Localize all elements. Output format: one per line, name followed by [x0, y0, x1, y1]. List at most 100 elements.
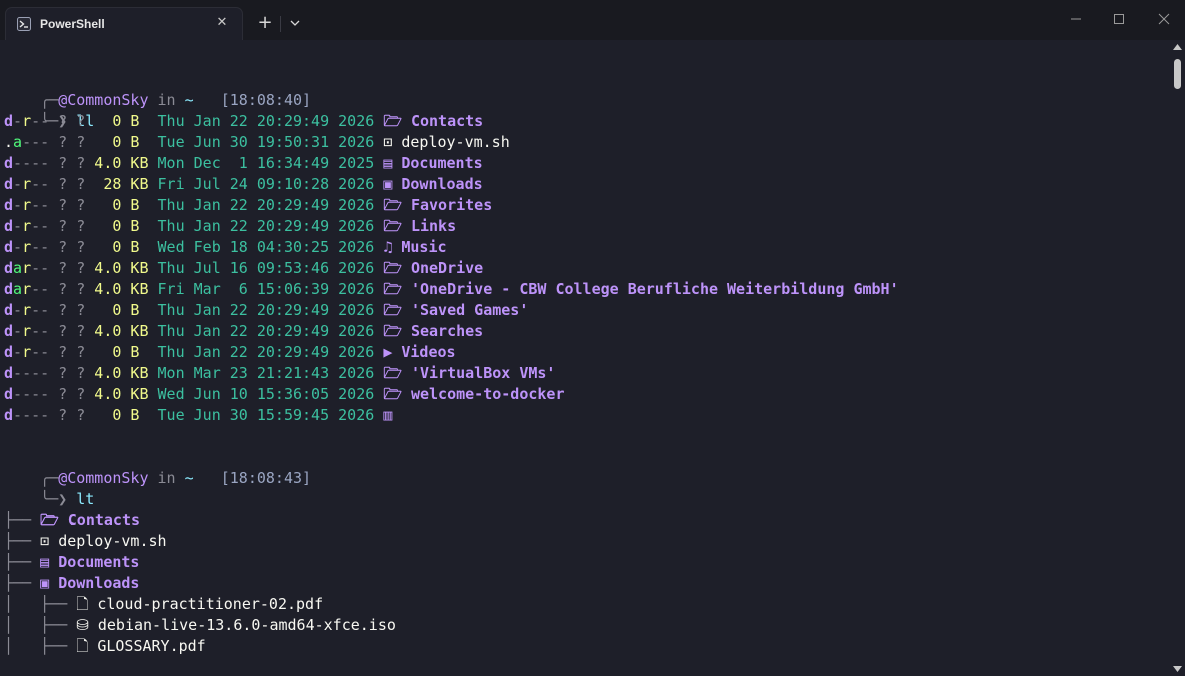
folder-icon: ▣ — [383, 175, 393, 193]
chevron-down-icon[interactable] — [286, 13, 304, 33]
attr-rest: -- — [31, 322, 50, 340]
attr-rest: -- — [31, 112, 50, 130]
listing-row: d---- ? ? 4.0 KB Mon Dec 1 16:34:49 2025… — [4, 153, 483, 174]
folder-icon: 🗁 — [383, 280, 402, 298]
tree-row: │ ├── 🗋 cloud-practitioner-02.pdf — [4, 594, 323, 615]
attr-type: d — [4, 301, 14, 319]
attr-archive: - — [13, 301, 23, 319]
entry-name: cloud-practitioner-02.pdf — [97, 595, 324, 613]
listing-row: d-r-- ? ? 28 KB Fri Jul 24 09:10:28 2026… — [4, 174, 483, 195]
listing-row: dar-- ? ? 4.0 KB Thu Jul 16 09:53:46 202… — [4, 258, 483, 279]
entry-name: 'VirtualBox VMs' — [410, 364, 556, 382]
attr-archive: a — [13, 133, 23, 151]
folder-icon: 🗁 — [383, 364, 402, 382]
attr-rest: -- — [31, 280, 50, 298]
attr-readonly: r — [22, 112, 32, 130]
prompt-path: ~ — [184, 91, 194, 109]
owner-group: ? ? — [49, 301, 86, 319]
attr-rest: -- — [31, 154, 50, 172]
file-icon: 🗋 — [76, 637, 89, 655]
modified-date: Wed Jun 10 15:36:05 2026 — [148, 385, 375, 403]
attr-readonly: r — [22, 217, 32, 235]
scrollbar-thumb[interactable] — [1174, 59, 1181, 89]
file-size: 0 B — [85, 112, 149, 130]
attr-rest: -- — [31, 343, 50, 361]
attr-archive: - — [13, 217, 23, 235]
prompt-path: ~ — [184, 469, 194, 487]
attr-type: . — [4, 133, 14, 151]
file-size: 4.0 KB — [85, 364, 149, 382]
entry-name: Favorites — [410, 196, 493, 214]
attr-type: d — [4, 364, 14, 382]
terminal-output[interactable]: ╭─@CommonSky in ~ [18:08:40] ╰─❯ ll d-r-… — [0, 40, 1170, 676]
attr-readonly: - — [22, 385, 32, 403]
attr-rest: -- — [31, 175, 50, 193]
attr-archive: - — [13, 322, 23, 340]
attr-type: d — [4, 280, 14, 298]
entry-name: GLOSSARY.pdf — [97, 637, 206, 655]
tree-branch: │ ├── — [4, 616, 77, 634]
minimize-button[interactable] — [1062, 6, 1090, 32]
close-window-button[interactable] — [1150, 6, 1178, 32]
attr-readonly: - — [22, 133, 32, 151]
tab-powershell[interactable]: PowerShell ✕ — [5, 7, 243, 40]
maximize-button[interactable] — [1105, 6, 1133, 32]
attr-type: d — [4, 322, 14, 340]
entry-name: OneDrive — [410, 259, 484, 277]
entry-name: Links — [410, 217, 457, 235]
tree-branch: │ ├── — [4, 595, 77, 613]
file-size: 0 B — [85, 196, 149, 214]
tab-title: PowerShell — [40, 17, 105, 31]
file-size: 0 B — [85, 406, 149, 424]
attr-rest: -- — [31, 301, 50, 319]
tree-row: ├── ▤ Documents — [4, 552, 139, 573]
listing-row: d-r-- ? ? 0 B Thu Jan 22 20:29:49 2026 ▶… — [4, 342, 456, 363]
title-bar: PowerShell ✕ + — [0, 0, 1185, 40]
vertical-scrollbar[interactable] — [1170, 40, 1185, 676]
folder-icon: ▥ — [383, 406, 393, 424]
folder-icon: 🗁 — [383, 322, 402, 340]
attr-rest: -- — [31, 385, 50, 403]
attr-readonly: r — [22, 280, 32, 298]
attr-readonly: - — [22, 154, 32, 172]
entry-name: Documents — [58, 553, 140, 571]
command-line: ╰─❯ ll — [4, 90, 94, 130]
modified-date: Thu Jan 22 20:29:49 2026 — [148, 217, 375, 235]
entry-name: welcome-to-docker — [410, 385, 565, 403]
file-icon: 🗋 — [76, 595, 89, 613]
prompt-time: [18:08:43] — [220, 469, 312, 487]
scroll-down-icon[interactable] — [1173, 666, 1182, 672]
owner-group: ? ? — [49, 217, 86, 235]
entry-name: Contacts — [410, 112, 484, 130]
file-size: 0 B — [85, 217, 149, 235]
folder-icon: ▤ — [383, 154, 393, 172]
attr-archive: a — [13, 280, 23, 298]
prompt-in: in — [148, 469, 185, 487]
new-tab-button[interactable]: + — [254, 12, 276, 34]
tree-branch: ├── — [4, 511, 41, 529]
close-tab-button[interactable]: ✕ — [211, 12, 233, 34]
folder-icon: 🗁 — [383, 259, 402, 277]
file-size: 0 B — [85, 301, 149, 319]
tree-row: │ ├── 🗋 GLOSSARY.pdf — [4, 636, 206, 657]
attr-archive: - — [13, 406, 23, 424]
owner-group: ? ? — [49, 385, 86, 403]
modified-date: Thu Jan 22 20:29:49 2026 — [148, 112, 375, 130]
entry-name: deploy-vm.sh — [401, 133, 510, 151]
modified-date: Thu Jul 16 09:53:46 2026 — [148, 259, 375, 277]
entry-name: Contacts — [67, 511, 141, 529]
modified-date: Tue Jun 30 15:59:45 2026 — [148, 406, 375, 424]
attr-archive: - — [13, 364, 23, 382]
attr-type: d — [4, 154, 14, 172]
folder-icon: 🗁 — [383, 112, 402, 130]
owner-group: ? ? — [49, 259, 86, 277]
attr-type: d — [4, 385, 14, 403]
scroll-up-icon[interactable] — [1173, 44, 1182, 50]
attr-archive: - — [13, 112, 23, 130]
attr-type: d — [4, 112, 14, 130]
entry-name: Downloads — [401, 175, 483, 193]
tree-branch: ├── — [4, 574, 41, 592]
tree-branch: ├── — [4, 532, 41, 550]
tree-row: ├── ▣ Downloads — [4, 573, 139, 594]
file-size: 28 KB — [85, 175, 149, 193]
